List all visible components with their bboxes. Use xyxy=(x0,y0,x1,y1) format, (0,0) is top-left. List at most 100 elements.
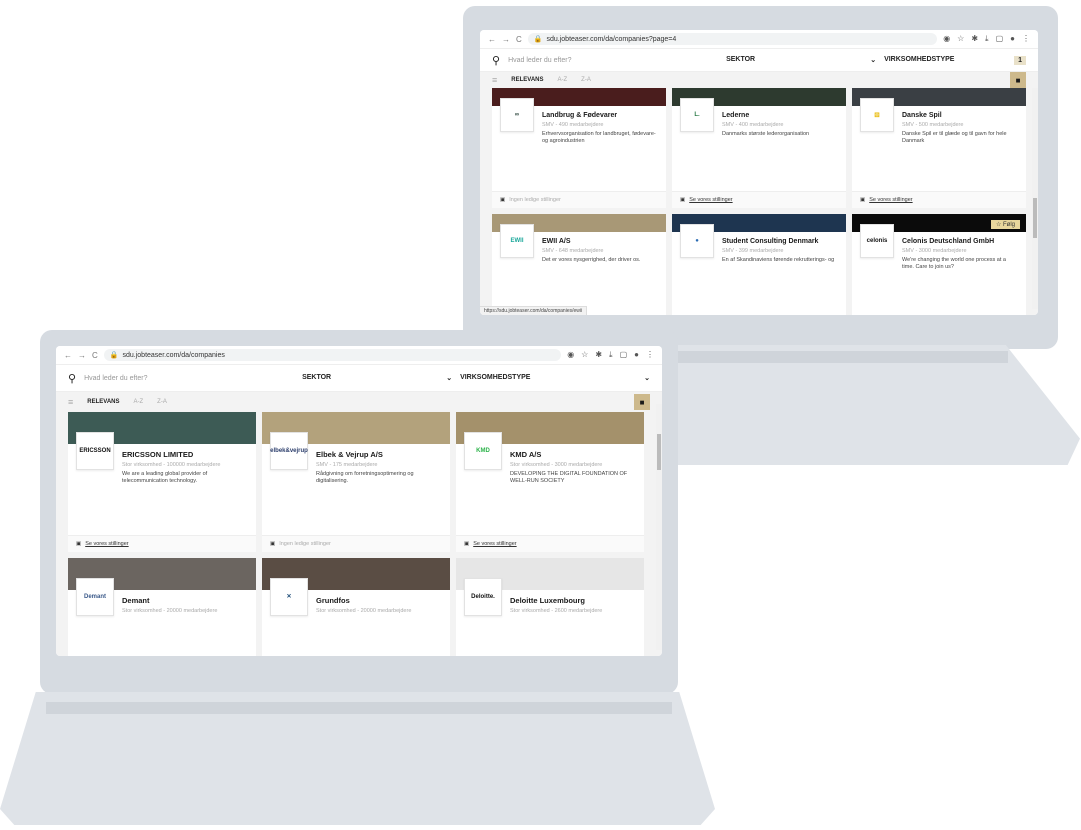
company-card[interactable]: Demant Demant Stor virksomhed - 20000 meda… xyxy=(68,557,256,656)
company-card[interactable]: ⚄ Danske Spil SMV - 500 medarbejdere Danske… xyxy=(852,88,1026,208)
company-card[interactable]: ✕ Grundfos Stor virksomhed - 20000 medarbe… xyxy=(262,557,450,656)
download-icon[interactable]: ⤓ xyxy=(609,350,613,360)
sidebar-icon[interactable]: ▢ xyxy=(620,350,628,360)
company-name[interactable]: KMD A/S xyxy=(510,450,636,459)
scrollbar[interactable] xyxy=(656,404,662,650)
company-type-dropdown[interactable]: VIRKSOMHEDSTYPE 1 xyxy=(884,55,1026,65)
company-size: Stor virksomhed - 20000 medarbejdere xyxy=(122,607,218,614)
company-name[interactable]: Student Consulting Denmark xyxy=(722,238,834,245)
company-type-dropdown[interactable]: VIRKSOMHEDSTYPE ⌄ xyxy=(460,374,650,382)
card-text: Student Consulting Denmark SMV - 399 meda… xyxy=(722,236,834,313)
sort-az-tab[interactable]: A-Z xyxy=(558,77,568,83)
search-input[interactable]: Hvad leder du efter? xyxy=(508,57,718,64)
company-name[interactable]: Elbek & Vejrup A/S xyxy=(316,450,442,459)
extension-icon[interactable]: ✱ xyxy=(595,350,602,360)
company-card[interactable]: ∞ Landbrug & Fødevarer SMV - 490 medarbejd… xyxy=(492,88,666,208)
company-name[interactable]: Lederne xyxy=(722,112,809,119)
company-card[interactable]: celonis Celonis Deutschland GmbH SMV - 300… xyxy=(852,214,1026,315)
scrollbar[interactable] xyxy=(1032,88,1038,309)
sort-za-tab[interactable]: Z-A xyxy=(581,77,591,83)
jobs-link[interactable]: Ingen ledige stillinger xyxy=(509,197,561,203)
sector-dropdown-label: SEKTOR xyxy=(726,56,756,63)
trash-icon[interactable]: ■ xyxy=(634,394,650,410)
jobs-link[interactable]: Ingen ledige stillinger xyxy=(279,541,331,547)
company-card[interactable]: ● Student Consulting Denmark SMV - 399 med… xyxy=(672,214,846,315)
company-logo-text: Demant xyxy=(83,593,106,600)
profile-icon[interactable]: ● xyxy=(1010,34,1015,44)
jobs-link[interactable]: Se vores stillinger xyxy=(869,197,912,203)
search-icon: ⚲ xyxy=(68,372,77,385)
back-laptop-hinge xyxy=(668,351,1008,363)
star-icon[interactable]: ☆ xyxy=(957,34,964,44)
company-grid: ∞ Landbrug & Fødevarer SMV - 490 medarbejd… xyxy=(480,88,1038,315)
company-name[interactable]: Deloitte Luxembourg xyxy=(510,596,602,605)
star-icon[interactable]: ☆ xyxy=(581,350,588,360)
reload-icon[interactable]: C xyxy=(92,351,98,360)
chevron-down-icon: ⌄ xyxy=(644,375,650,382)
company-logo: ⚄ xyxy=(860,98,894,132)
trash-icon[interactable]: ■ xyxy=(1010,72,1026,88)
card-body: elbek&vejrup Elbek & Vejrup A/S SMV - 175 … xyxy=(262,432,450,535)
sort-row: ≡ RELEVANS A-Z Z-A ■ xyxy=(56,392,662,412)
extension-icon[interactable]: ✱ xyxy=(971,34,978,44)
company-type-dropdown-label: VIRKSOMHEDSTYPE xyxy=(460,374,531,381)
company-size: Stor virksomhed - 20000 medarbejdere xyxy=(316,607,412,614)
card-text: Demant Stor virksomhed - 20000 medarbejde… xyxy=(122,594,217,656)
company-card[interactable]: ERICSSON ERICSSON LIMITED Stor virksomhed … xyxy=(68,412,256,552)
reload-icon[interactable]: C xyxy=(516,35,522,44)
briefcase-icon: ▣ xyxy=(270,540,276,547)
sort-za-tab[interactable]: Z-A xyxy=(157,399,167,405)
sector-dropdown[interactable]: SEKTOR ⌄ xyxy=(302,374,452,382)
card-body: ✕ Grundfos Stor virksomhed - 20000 medarbe… xyxy=(262,577,450,656)
company-card[interactable]: L. Lederne SMV - 400 medarbejdere Danmarks … xyxy=(672,88,846,208)
company-logo: KMD xyxy=(464,432,502,470)
company-card[interactable]: elbek&vejrup Elbek & Vejrup A/S SMV - 175 … xyxy=(262,412,450,552)
menu-icon[interactable]: ⋮ xyxy=(1022,34,1030,44)
forward-arrow-icon[interactable]: → xyxy=(502,35,510,44)
address-bar[interactable]: 🔒 sdu.jobteaser.com/da/companies?page=4 xyxy=(527,33,938,45)
company-card[interactable]: Deloitte. Deloitte Luxembourg Stor virksom… xyxy=(456,557,644,656)
company-logo-text: elbek&vejrup xyxy=(270,448,308,454)
company-name[interactable]: Landbrug & Fødevarer xyxy=(542,112,658,119)
company-name[interactable]: Celonis Deutschland GmbH xyxy=(902,238,1018,245)
company-logo-text: KMD xyxy=(476,448,490,454)
company-name[interactable]: Demant xyxy=(122,596,217,605)
jobs-link[interactable]: Se vores stillinger xyxy=(689,197,732,203)
company-description: Erhvervsorganisation for landbruget, fød… xyxy=(542,131,656,145)
company-name[interactable]: ERICSSON LIMITED xyxy=(122,450,248,459)
jobs-link[interactable]: Se vores stillinger xyxy=(473,541,516,547)
sort-relevance-tab[interactable]: RELEVANS xyxy=(87,399,119,405)
card-body: Demant Demant Stor virksomhed - 20000 meda… xyxy=(68,577,256,656)
back-arrow-icon[interactable]: ← xyxy=(64,351,72,360)
menu-icon[interactable]: ⋮ xyxy=(646,350,654,360)
company-name[interactable]: EWII A/S xyxy=(542,238,640,245)
eye-off-icon[interactable]: ◉ xyxy=(567,350,574,360)
company-card[interactable]: KMD KMD A/S Stor virksomhed - 3000 medarbe… xyxy=(456,412,644,552)
company-card[interactable]: EWII EWII A/S SMV - 648 medarbejdere Det er… xyxy=(492,214,666,315)
company-logo-text: ∞ xyxy=(514,112,520,118)
sidebar-icon[interactable]: ▢ xyxy=(996,34,1004,44)
back-arrow-icon[interactable]: ← xyxy=(488,35,496,44)
company-name[interactable]: Danske Spil xyxy=(902,112,1018,119)
company-description: Danmarks største lederorganisation xyxy=(722,131,810,137)
forward-arrow-icon[interactable]: → xyxy=(78,351,86,360)
sector-dropdown[interactable]: SEKTOR ⌄ xyxy=(726,56,876,64)
follow-button[interactable]: ☆ Følg xyxy=(990,220,1020,229)
download-icon[interactable]: ⤓ xyxy=(985,34,989,44)
search-input[interactable]: Hvad leder du efter? xyxy=(84,375,294,382)
lock-icon: 🔒 xyxy=(109,352,119,359)
card-body: ERICSSON ERICSSON LIMITED Stor virksomhed … xyxy=(68,432,256,535)
company-logo: ∞ xyxy=(500,98,534,132)
search-filter-row: ⚲ Hvad leder du efter? SEKTOR ⌄ VIRKSOMHE… xyxy=(56,365,662,392)
eye-off-icon[interactable]: ◉ xyxy=(943,34,950,44)
sort-relevance-tab[interactable]: RELEVANS xyxy=(511,77,543,83)
profile-icon[interactable]: ● xyxy=(634,350,639,360)
address-bar[interactable]: 🔒 sdu.jobteaser.com/da/companies xyxy=(103,349,562,361)
company-size: SMV - 500 medarbejdere xyxy=(902,122,964,128)
company-size: SMV - 490 medarbejdere xyxy=(542,122,604,128)
jobs-link[interactable]: Se vores stillinger xyxy=(85,541,128,547)
company-name[interactable]: Grundfos xyxy=(316,596,411,605)
sort-az-tab[interactable]: A-Z xyxy=(134,399,144,405)
card-body: Deloitte. Deloitte Luxembourg Stor virksom… xyxy=(456,577,644,656)
company-size: SMV - 175 medarbejdere xyxy=(316,462,378,468)
